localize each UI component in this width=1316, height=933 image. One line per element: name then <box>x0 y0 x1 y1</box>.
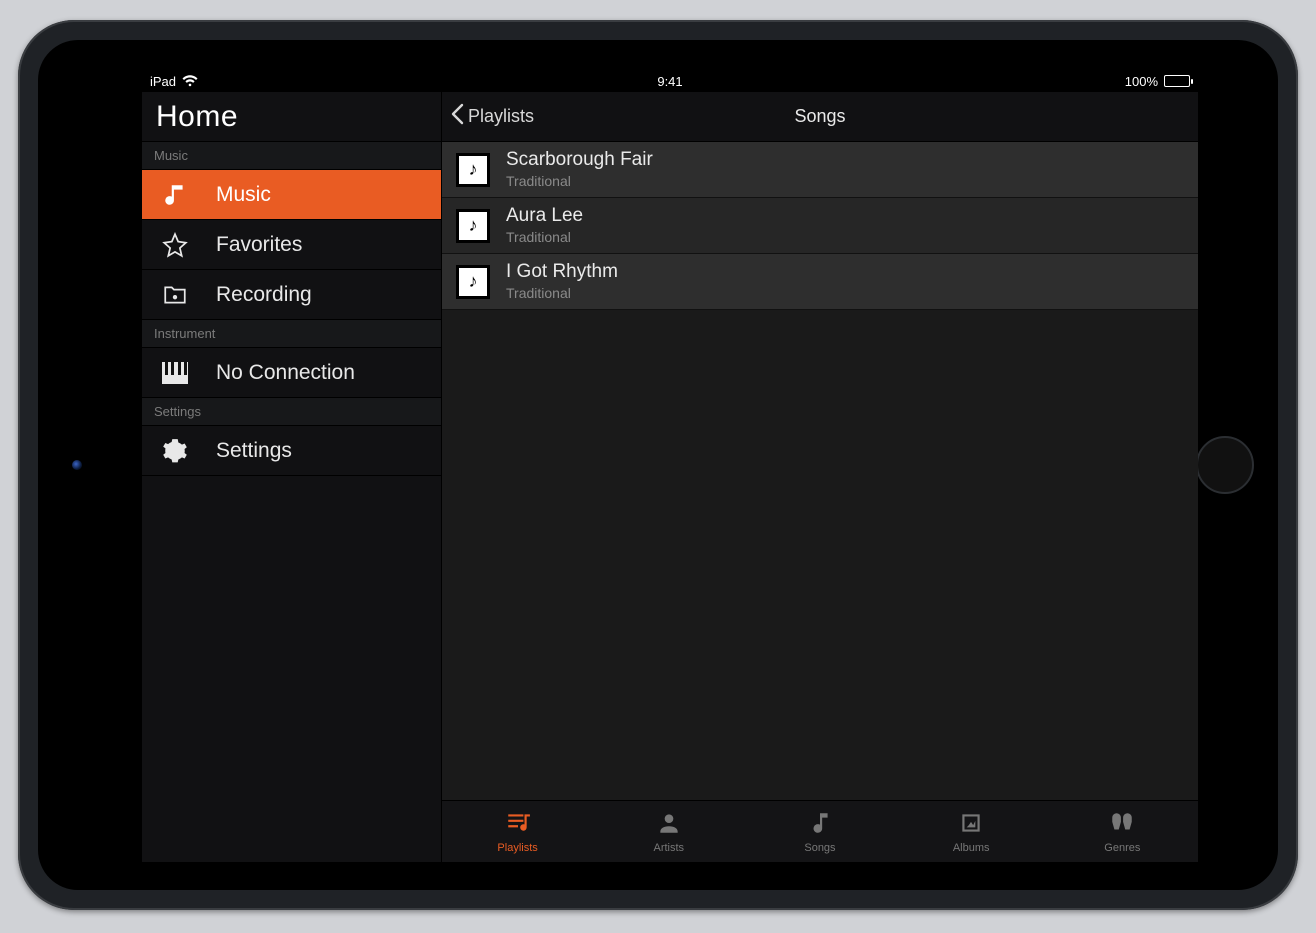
song-subtitle: Traditional <box>506 229 583 245</box>
sidebar-header: Home <box>142 92 441 142</box>
music-note-icon <box>152 182 198 208</box>
list-item[interactable]: ♪ Aura Lee Traditional <box>442 198 1198 254</box>
tab-label: Genres <box>1104 842 1140 854</box>
albums-icon <box>958 810 984 839</box>
tab-bar: Playlists Artists Songs <box>442 800 1198 862</box>
songs-icon <box>807 810 833 839</box>
sidebar-item-label: Favorites <box>216 233 302 257</box>
ipad-frame: iPad 9:41 100% Home Music <box>18 20 1298 910</box>
tab-albums[interactable]: Albums <box>931 810 1011 854</box>
song-art-icon: ♪ <box>456 153 490 187</box>
clock: 9:41 <box>657 74 682 89</box>
battery-icon <box>1164 75 1190 87</box>
playlist-icon <box>505 810 531 839</box>
song-title: Scarborough Fair <box>506 150 653 171</box>
list-item[interactable]: ♪ Scarborough Fair Traditional <box>442 142 1198 198</box>
folder-icon <box>152 282 198 308</box>
status-bar: iPad 9:41 100% <box>142 70 1198 92</box>
sidebar-item-label: Music <box>216 183 271 207</box>
tab-label: Songs <box>804 842 835 854</box>
sidebar-item-music[interactable]: Music <box>142 170 441 220</box>
gear-icon <box>152 438 198 464</box>
song-art-icon: ♪ <box>456 265 490 299</box>
back-label: Playlists <box>468 106 534 127</box>
song-subtitle: Traditional <box>506 285 618 301</box>
home-button[interactable] <box>1196 436 1254 494</box>
star-icon <box>152 232 198 258</box>
tab-playlists[interactable]: Playlists <box>478 810 558 854</box>
section-label-instrument: Instrument <box>142 320 441 348</box>
wifi-icon <box>182 75 198 87</box>
song-art-icon: ♪ <box>456 209 490 243</box>
device-label: iPad <box>150 74 176 89</box>
section-label-settings: Settings <box>142 398 441 426</box>
camera-dot <box>72 460 82 470</box>
chevron-left-icon <box>450 103 464 130</box>
tab-label: Artists <box>654 842 685 854</box>
piano-keys-icon <box>152 362 198 384</box>
back-button[interactable]: Playlists <box>442 103 542 130</box>
song-title: I Got Rhythm <box>506 262 618 283</box>
sidebar: Home Music Music Favorites <box>142 92 442 862</box>
tab-songs[interactable]: Songs <box>780 810 860 854</box>
sidebar-item-favorites[interactable]: Favorites <box>142 220 441 270</box>
sidebar-item-label: Recording <box>216 283 312 307</box>
screen: iPad 9:41 100% Home Music <box>142 70 1198 862</box>
main-panel: Playlists Songs ♪ Scarborough Fair Tradi… <box>442 92 1198 862</box>
ipad-bezel: iPad 9:41 100% Home Music <box>38 40 1278 890</box>
nav-title: Songs <box>794 106 845 127</box>
section-label-music: Music <box>142 142 441 170</box>
tab-artists[interactable]: Artists <box>629 810 709 854</box>
tab-genres[interactable]: Genres <box>1082 810 1162 854</box>
battery-pct: 100% <box>1125 74 1158 89</box>
artist-icon <box>656 810 682 839</box>
sidebar-item-no-connection[interactable]: No Connection <box>142 348 441 398</box>
nav-bar: Playlists Songs <box>442 92 1198 142</box>
sidebar-item-label: Settings <box>216 439 292 463</box>
genres-icon <box>1109 810 1135 839</box>
song-subtitle: Traditional <box>506 173 653 189</box>
tab-label: Albums <box>953 842 990 854</box>
list-item[interactable]: ♪ I Got Rhythm Traditional <box>442 254 1198 310</box>
tab-label: Playlists <box>497 842 537 854</box>
song-list[interactable]: ♪ Scarborough Fair Traditional ♪ Aura Le… <box>442 142 1198 800</box>
sidebar-item-label: No Connection <box>216 361 355 385</box>
sidebar-item-recording[interactable]: Recording <box>142 270 441 320</box>
sidebar-item-settings[interactable]: Settings <box>142 426 441 476</box>
song-title: Aura Lee <box>506 206 583 227</box>
sidebar-title: Home <box>156 100 238 134</box>
